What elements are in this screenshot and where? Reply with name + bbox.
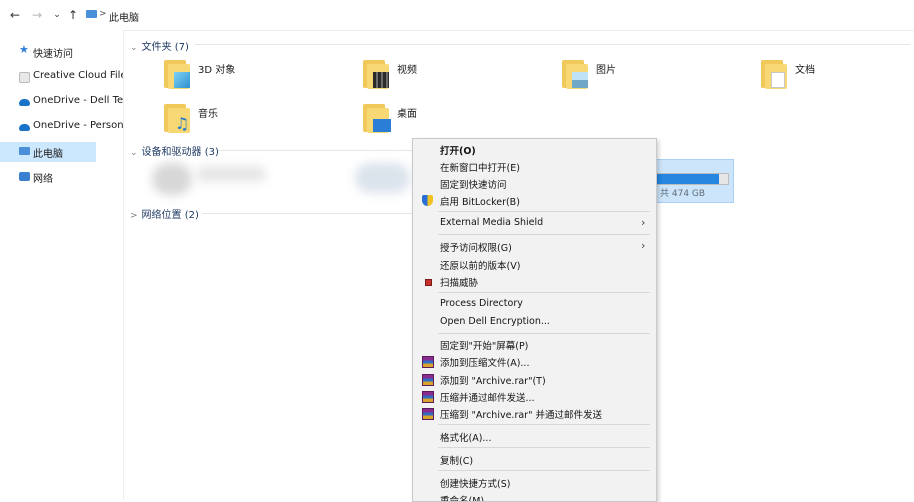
navigation-pane: ★ 快速访问 Creative Cloud Files OneDrive - D… [0,30,124,500]
drive-size-text: 共 474 GB [660,189,706,199]
documents-folder-icon [759,58,789,89]
winrar-icon [422,374,434,386]
up-arrow-icon[interactable]: ↑ [66,7,80,23]
drive-icon[interactable] [152,163,192,195]
folder-label: 图片 [596,65,616,76]
devices-section-header[interactable]: ⌄ 设备和驱动器 (3) [130,143,219,158]
divider [202,213,412,214]
folder-videos[interactable]: 视频 [361,58,551,100]
menu-item-open-dell-encryption[interactable]: Open Dell Encryption... [413,314,656,331]
drive-label [196,166,266,182]
chevron-right-icon: › [641,216,646,229]
creative-cloud-icon [19,72,30,83]
folder-label: 文档 [795,65,815,76]
menu-item-add-to-archive-rar[interactable]: 添加到 "Archive.rar"(T) [413,371,656,388]
chevron-down-icon: ⌄ [130,43,138,53]
network-icon [19,172,30,181]
divider [195,44,910,45]
menu-item-open-new-window[interactable]: 在新窗口中打开(E) [413,158,656,175]
menu-item-pin-quick-access[interactable]: 固定到快速访问 [413,175,656,192]
folder-music[interactable]: ♫ 音乐 [162,102,352,144]
menu-separator [438,292,650,293]
3d-objects-folder-icon [162,58,192,89]
videos-folder-icon [361,58,391,89]
sidebar-item-label: 网络 [33,174,53,185]
music-folder-icon: ♫ [162,102,192,133]
computer-icon [19,147,30,155]
menu-item-process-directory[interactable]: Process Directory [413,296,656,313]
back-arrow-icon[interactable]: ← [8,7,22,23]
chevron-right-icon: > [130,211,138,221]
address-bar: ← → ⌄ ↑ > 此电脑 [0,0,914,31]
menu-separator [438,211,650,212]
scan-threats-icon [425,279,432,286]
menu-separator [438,234,650,235]
menu-item-pin-start[interactable]: 固定到"开始"屏幕(P) [413,336,656,353]
menu-item-open[interactable]: 打开(O) [413,141,656,158]
chevron-down-icon[interactable]: ⌄ [50,7,64,23]
sidebar-item-creative-cloud[interactable]: Creative Cloud Files [0,67,123,87]
menu-item-scan-threats[interactable]: 扫描威胁 [413,273,656,290]
context-menu: 打开(O) 在新窗口中打开(E) 固定到快速访问 启用 BitLocker(B)… [412,138,657,502]
menu-item-compress-email[interactable]: 压缩并通过邮件发送... [413,388,656,405]
star-icon: ★ [19,43,29,56]
folder-label: 桌面 [397,109,417,120]
menu-item-external-media-shield[interactable]: External Media Shield › [413,215,656,232]
folder-pictures[interactable]: 图片 [560,58,750,100]
folder-label: 视频 [397,65,417,76]
sidebar-item-onedrive-personal[interactable]: OneDrive - Personal [0,117,123,137]
sidebar-item-label: 快速访问 [33,49,73,60]
divider [218,150,412,151]
menu-item-enable-bitlocker[interactable]: 启用 BitLocker(B) [413,192,656,209]
network-section-header[interactable]: > 网络位置 (2) [130,206,199,221]
menu-separator [438,447,650,448]
drive-icon[interactable] [355,163,410,193]
bitlocker-shield-icon [422,195,433,206]
winrar-icon [422,356,434,368]
menu-separator [438,333,650,334]
chevron-right-icon: › [641,239,646,252]
folder-label: 音乐 [198,109,218,120]
desktop-folder-icon [361,102,391,133]
menu-item-restore-versions[interactable]: 还原以前的版本(V) [413,256,656,273]
onedrive-icon [19,124,30,131]
sidebar-item-onedrive-dell[interactable]: OneDrive - Dell Technologies [0,92,123,112]
onedrive-icon [19,99,30,106]
sidebar-item-quick-access[interactable]: ★ 快速访问 [0,42,123,62]
sidebar-item-network[interactable]: 网络 [0,167,123,187]
menu-item-rename[interactable]: 重命名(M) [413,491,656,501]
breadcrumb[interactable]: 此电脑 [109,9,139,24]
folder-label: 3D 对象 [198,65,236,76]
menu-item-grant-access[interactable]: 授予访问权限(G) › [413,238,656,255]
sidebar-item-label: 此电脑 [33,149,63,160]
folder-documents[interactable]: 文档 [759,58,914,100]
chevron-right-icon[interactable]: > [99,9,107,19]
menu-separator [438,424,650,425]
menu-item-format[interactable]: 格式化(A)... [413,428,656,445]
forward-arrow-icon[interactable]: → [30,7,44,23]
folder-3d-objects[interactable]: 3D 对象 [162,58,352,100]
chevron-down-icon: ⌄ [130,148,138,158]
winrar-icon [422,391,434,403]
sidebar-item-label: OneDrive - Personal [33,120,123,131]
computer-icon [86,10,97,18]
menu-item-copy[interactable]: 复制(C) [413,451,656,468]
sidebar-item-this-pc[interactable]: 此电脑 [0,142,96,162]
sidebar-item-label: Creative Cloud Files [33,70,123,81]
folders-section-header[interactable]: ⌄ 文件夹 (7) [130,38,189,53]
menu-item-compress-rar-email[interactable]: 压缩到 "Archive.rar" 并通过邮件发送 [413,405,656,422]
winrar-icon [422,408,434,420]
sidebar-item-label: OneDrive - Dell Technologies [33,95,123,106]
menu-item-add-to-archive[interactable]: 添加到压缩文件(A)... [413,353,656,370]
pictures-folder-icon [560,58,590,89]
menu-item-create-shortcut[interactable]: 创建快捷方式(S) [413,474,656,491]
menu-separator [438,470,650,471]
